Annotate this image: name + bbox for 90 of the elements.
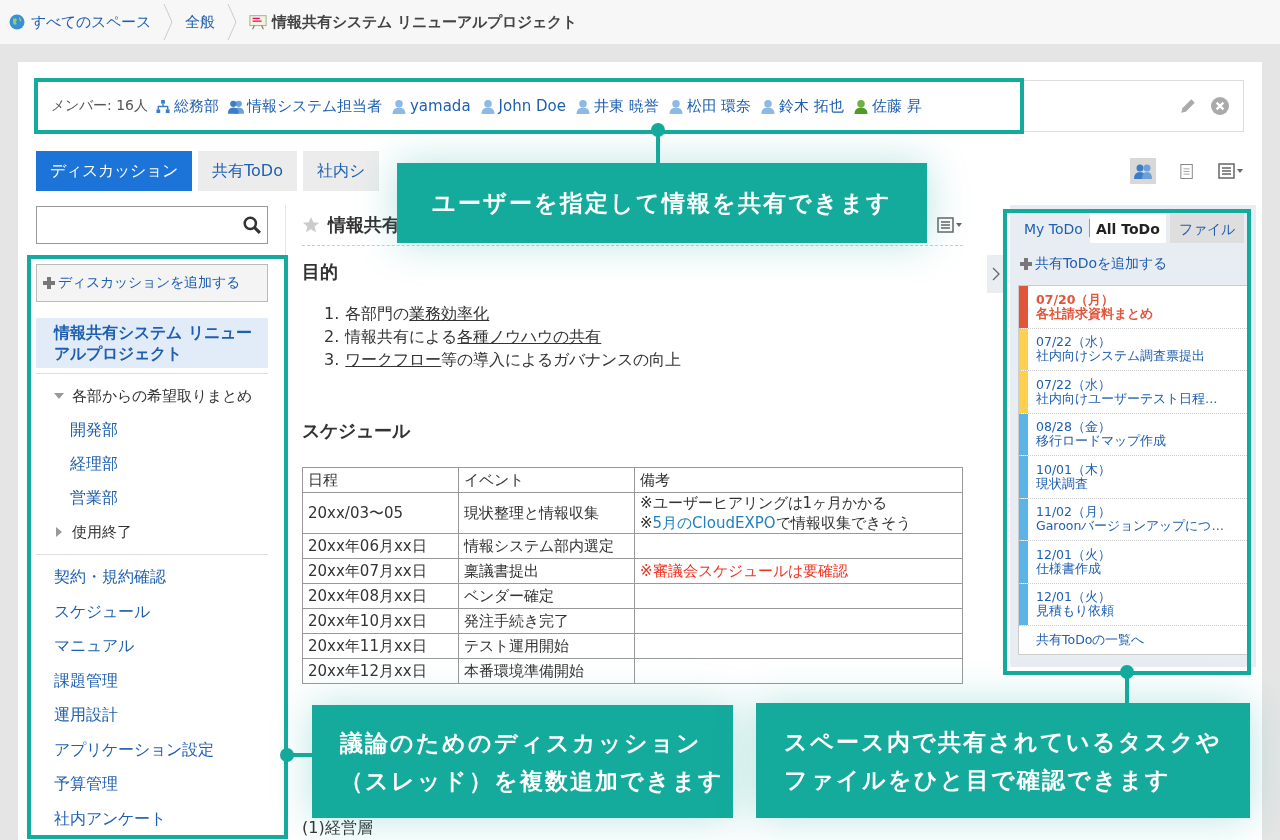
callout: ユーザーを指定して情報を共有できます xyxy=(397,163,927,243)
thread-link[interactable]: 課題管理 xyxy=(36,663,268,698)
column-header: 日程 xyxy=(302,467,459,493)
breadcrumb-link[interactable]: 全般 xyxy=(185,12,215,32)
table-cell: 20xx年12月xx日 xyxy=(302,658,459,684)
tab[interactable]: ディスカッション xyxy=(36,151,192,191)
tab[interactable]: My ToDo xyxy=(1018,213,1089,243)
breadcrumb-link[interactable]: すべてのスペース xyxy=(31,12,151,32)
list-item: 2. 情報共有による各種ノウハウの共有 xyxy=(324,326,603,348)
table-cell: 情報システム部内選定 xyxy=(458,533,635,559)
list-item: 3. ワークフロー等の導入によるガバナンスの向上 xyxy=(324,349,683,371)
search-icon[interactable] xyxy=(243,216,261,234)
people-icon[interactable] xyxy=(1130,158,1156,184)
member-link[interactable]: yamada xyxy=(390,97,471,115)
subthread-link[interactable]: 経理部 xyxy=(36,447,268,481)
member-link[interactable]: 松田 環奈 xyxy=(666,96,752,116)
table-cell: 20xx年08月xx日 xyxy=(302,583,459,609)
subthread-link[interactable]: 開発部 xyxy=(36,413,268,447)
plus-icon xyxy=(1020,258,1032,270)
plus-icon xyxy=(43,277,55,289)
table-cell: 20xx年07月xx日 xyxy=(302,558,459,584)
add-todo-link[interactable]: 共有ToDoを追加する xyxy=(1020,255,1248,273)
list-item: 1. 各部門の業務効率化 xyxy=(324,303,491,325)
add-discussion-button[interactable]: ディスカッションを追加する xyxy=(36,264,268,302)
table-cell: 20xx年10月xx日 xyxy=(302,608,459,634)
tab[interactable]: ファイル xyxy=(1169,213,1244,243)
todo-item[interactable]: 12/01（火） 見積もり依頼 xyxy=(1028,583,1114,625)
todo-item[interactable]: 07/20（月） 各社請求資料まとめ xyxy=(1028,286,1153,328)
chevron-icon xyxy=(227,2,237,42)
board-icon xyxy=(249,14,267,30)
table-cell: ※審議会スケジュールは要確認 xyxy=(634,558,963,584)
member-link[interactable]: 総務部 xyxy=(154,96,219,116)
chevron-icon xyxy=(163,2,173,42)
todo-item[interactable]: 10/01（木） 現状調査 xyxy=(1028,456,1112,498)
column-header: 備考 xyxy=(634,467,963,493)
table-cell: 稟議書提出 xyxy=(458,558,635,584)
table-cell: 20xx年11月xx日 xyxy=(302,633,459,659)
star-icon[interactable] xyxy=(302,216,320,234)
tab[interactable]: 共有ToDo xyxy=(198,151,297,191)
callout: 議論のためのディスカッション （スレッド）を複数追加できます xyxy=(312,705,733,818)
group-icon xyxy=(227,98,245,114)
thread-link[interactable]: マニュアル xyxy=(36,629,268,664)
column-header: イベント xyxy=(458,467,635,493)
thread-link[interactable]: 運用設計 xyxy=(36,698,268,733)
subthread-link[interactable]: 営業部 xyxy=(36,481,268,515)
tab[interactable]: 社内シ xyxy=(302,151,379,191)
member-link[interactable]: 鈴木 拓也 xyxy=(759,96,845,116)
todo-item[interactable]: 07/22（水） 社内向けシステム調査票提出 xyxy=(1028,328,1205,370)
collapsed-triangle-icon[interactable] xyxy=(54,527,64,537)
thread-link[interactable]: 社内アンケート xyxy=(36,801,268,836)
todo-item[interactable]: 11/02（月） Garoonバージョンアップにつ… xyxy=(1028,498,1224,540)
thread-link[interactable]: 契約・規約確認 xyxy=(36,560,268,595)
folder-link[interactable]: 使用終了 xyxy=(72,522,132,542)
paragraph: (1)経営層 xyxy=(302,818,374,839)
table-cell: 本番環境準備開始 xyxy=(458,658,635,684)
tab[interactable]: All ToDo xyxy=(1089,213,1166,243)
section-heading: 目的 xyxy=(302,260,339,284)
thread-link[interactable]: 予算管理 xyxy=(36,767,268,802)
member-link[interactable]: John Doe xyxy=(478,97,566,115)
table-cell: 20xx/03〜05 xyxy=(302,492,459,534)
org-chart-icon xyxy=(154,98,172,114)
table-cell: テスト運用開始 xyxy=(458,633,635,659)
todo-item[interactable]: 12/01（火） 仕様書作成 xyxy=(1028,541,1112,583)
section-heading: スケジュール xyxy=(302,419,412,443)
table-cell: ベンダー確定 xyxy=(458,583,635,609)
thread-link[interactable]: アプリケーション設定 xyxy=(36,732,268,767)
edit-icon[interactable] xyxy=(1179,97,1197,115)
globe-icon xyxy=(8,14,26,30)
member-count: メンバー: 16人 xyxy=(51,97,148,115)
thread-link[interactable]: スケジュール xyxy=(36,594,268,629)
table-cell: 発注手続き完了 xyxy=(458,608,635,634)
todo-item[interactable]: 08/28（金） 移行ロードマップ作成 xyxy=(1028,413,1166,455)
folder-link[interactable]: 各部からの希望取りまとめ xyxy=(72,386,252,406)
member-link[interactable]: 情報システム担当者 xyxy=(227,96,382,116)
member-link[interactable]: 佐藤 昇 xyxy=(852,96,923,116)
page-title: 情報共有システム リニューアルプロジェクト xyxy=(272,12,578,32)
thread-title: 情報共有 xyxy=(328,213,400,237)
todo-item[interactable]: 07/22（水） 社内向けユーザーテスト日程… xyxy=(1028,371,1218,413)
thread-link[interactable]: 情報共有システム リニューアルプロジェクト xyxy=(36,318,268,368)
member-link[interactable]: 井東 暁誉 xyxy=(573,96,659,116)
search-field[interactable] xyxy=(36,206,268,244)
expanded-triangle-icon[interactable] xyxy=(54,391,64,401)
menu-icon[interactable] xyxy=(937,217,963,233)
close-icon[interactable] xyxy=(1211,97,1229,115)
chevron-right-icon xyxy=(992,267,1000,281)
table-cell: 20xx年06月xx日 xyxy=(302,533,459,559)
table-cell: ※ユーザーヒアリングは1ヶ月かかる ※5月のCloudEXPOで情報収集できそう xyxy=(634,492,963,534)
table-cell: 現状整理と情報収集 xyxy=(458,492,635,534)
callout: スペース内で共有されているタスクや ファイルをひと目で確認できます xyxy=(756,703,1250,818)
todo-list-link[interactable]: 共有ToDoの一覧へ xyxy=(1019,626,1247,654)
